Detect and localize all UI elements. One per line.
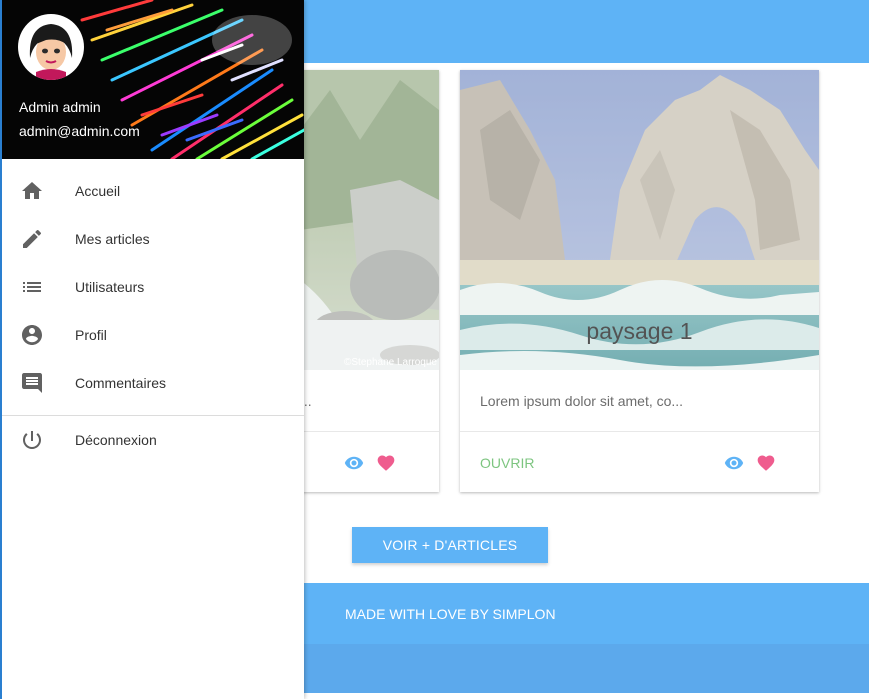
menu-item-label: Mes articles — [75, 231, 150, 247]
user-email: admin@admin.com — [19, 123, 140, 139]
comment-icon — [22, 373, 42, 393]
navigation-drawer: Admin admin admin@admin.com Accueil Mes … — [0, 0, 304, 699]
user-name: Admin admin — [19, 99, 101, 115]
pencil-icon — [23, 229, 42, 248]
menu-item-label: Déconnexion — [75, 432, 157, 448]
menu-item-mes-articles[interactable]: Mes articles — [2, 215, 304, 263]
list-icon — [23, 282, 41, 292]
menu-item-commentaires[interactable]: Commentaires — [2, 359, 304, 407]
account-circle-icon — [22, 325, 42, 345]
menu-item-utilisateurs[interactable]: Utilisateurs — [2, 263, 304, 311]
drawer-header: Admin admin admin@admin.com — [2, 0, 304, 159]
menu-item-label: Commentaires — [75, 375, 167, 391]
menu-item-accueil[interactable]: Accueil — [2, 167, 304, 215]
home-icon — [22, 182, 42, 199]
menu-item-deconnexion[interactable]: Déconnexion — [2, 416, 304, 464]
menu-item-label: Accueil — [75, 183, 121, 199]
power-icon — [23, 431, 41, 449]
menu-item-profil[interactable]: Profil — [2, 311, 304, 359]
avatar — [18, 14, 84, 80]
menu-item-label: Utilisateurs — [75, 279, 145, 295]
menu-item-label: Profil — [75, 327, 107, 343]
